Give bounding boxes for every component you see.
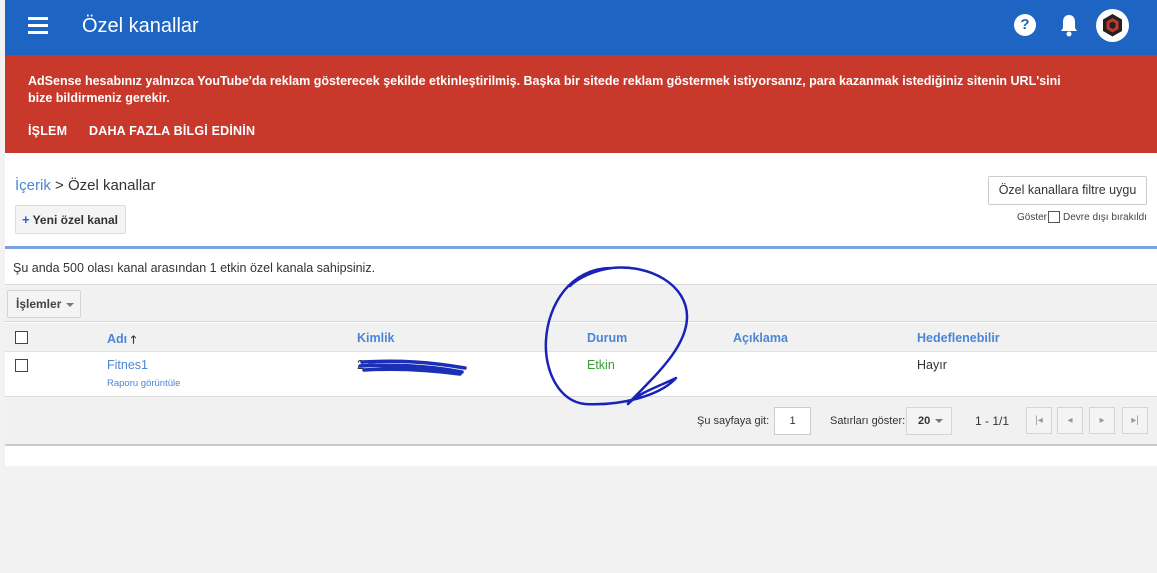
table-header: Adı 🡑 Kimlik Durum Açıklama Hedeflenebil… (5, 323, 1157, 352)
banner-action-button[interactable]: İŞLEM (28, 124, 67, 138)
breadcrumb: İçerik > Özel kanallar (15, 177, 156, 194)
page-number-input[interactable]: 1 (774, 407, 811, 435)
sort-ascending-icon: 🡑 (130, 334, 137, 346)
main-content: İçerik > Özel kanallar + Yeni özel kanal … (5, 153, 1157, 466)
channel-name-link[interactable]: Fitnes1 (107, 358, 148, 372)
chevron-down-icon (935, 419, 944, 424)
previous-page-button[interactable]: ◂ (1057, 407, 1083, 434)
actions-label: İşlemler (16, 297, 62, 311)
page-range: 1 - 1/1 (975, 414, 1010, 428)
top-app-bar: Özel kanallar ? (5, 0, 1157, 55)
rows-per-page-value: 20 (918, 415, 931, 427)
chevron-down-icon (66, 302, 75, 307)
select-all-checkbox[interactable] (15, 331, 28, 344)
breadcrumb-current: Özel kanallar (67, 177, 156, 194)
rows-per-page-label: Satırları göster: (830, 415, 906, 427)
column-status[interactable]: Durum (587, 331, 627, 345)
channel-targetable: Hayır (917, 358, 947, 372)
page-title: Özel kanallar (82, 15, 199, 37)
show-disabled-filter: Göster Devre dışı bırakıldı (1017, 211, 1147, 223)
new-custom-channel-button[interactable]: + Yeni özel kanal (15, 205, 126, 234)
bell-icon[interactable] (1059, 13, 1079, 37)
filter-channels-button[interactable]: Özel kanallara filtre uygu (988, 176, 1147, 205)
table-row: Fitnes1 Raporu görüntüle 2 Etkin Hayır (5, 352, 1157, 396)
row-checkbox[interactable] (15, 359, 28, 372)
avatar[interactable] (1096, 9, 1129, 42)
channel-id: 2 (357, 358, 364, 372)
learn-more-button[interactable]: DAHA FAZLA BİLGİ EDİNİN (89, 124, 255, 138)
column-name-label: Adı (107, 332, 128, 346)
warning-banner: AdSense hesabınız yalnızca YouTube'da re… (5, 55, 1157, 153)
go-to-page-label: Şu sayfaya git: (697, 415, 770, 427)
section-divider (5, 246, 1157, 249)
column-name[interactable]: Adı 🡑 (107, 331, 136, 350)
next-page-button[interactable]: ▸ (1089, 407, 1115, 434)
new-channel-label: Yeni özel kanal (32, 213, 118, 227)
plus-icon: + (22, 212, 30, 227)
pagination-bar: Şu sayfaya git: 1 Satırları göster: 20 1… (5, 396, 1157, 446)
first-page-button[interactable]: |◂ (1026, 407, 1052, 434)
menu-icon[interactable] (28, 17, 48, 34)
rows-per-page-select[interactable]: 20 (906, 407, 952, 435)
column-description[interactable]: Açıklama (733, 331, 788, 345)
table-toolbar: İşlemler (5, 284, 1157, 322)
help-icon[interactable]: ? (1014, 14, 1036, 36)
column-id[interactable]: Kimlik (357, 331, 395, 345)
banner-message: AdSense hesabınız yalnızca YouTube'da re… (28, 74, 1061, 105)
last-page-button[interactable]: ▸| (1122, 407, 1148, 434)
channel-status: Etkin (587, 358, 615, 372)
show-disabled-checkbox[interactable] (1048, 211, 1061, 223)
column-targetable[interactable]: Hedeflenebilir (917, 331, 1000, 345)
show-label: Göster (1017, 211, 1048, 223)
view-report-link[interactable]: Raporu görüntüle (107, 378, 180, 389)
disabled-option-label: Devre dışı bırakıldı (1063, 211, 1147, 223)
breadcrumb-separator: > (50, 177, 68, 194)
channel-summary-text: Şu anda 500 olası kanal arasından 1 etki… (13, 261, 376, 275)
page-background (5, 466, 1157, 573)
adsense-custom-channels-page: Özel kanallar ? AdSense hesabınız yalnız… (0, 0, 1157, 573)
breadcrumb-content-link[interactable]: İçerik (15, 177, 51, 194)
actions-dropdown[interactable]: İşlemler (7, 290, 81, 318)
